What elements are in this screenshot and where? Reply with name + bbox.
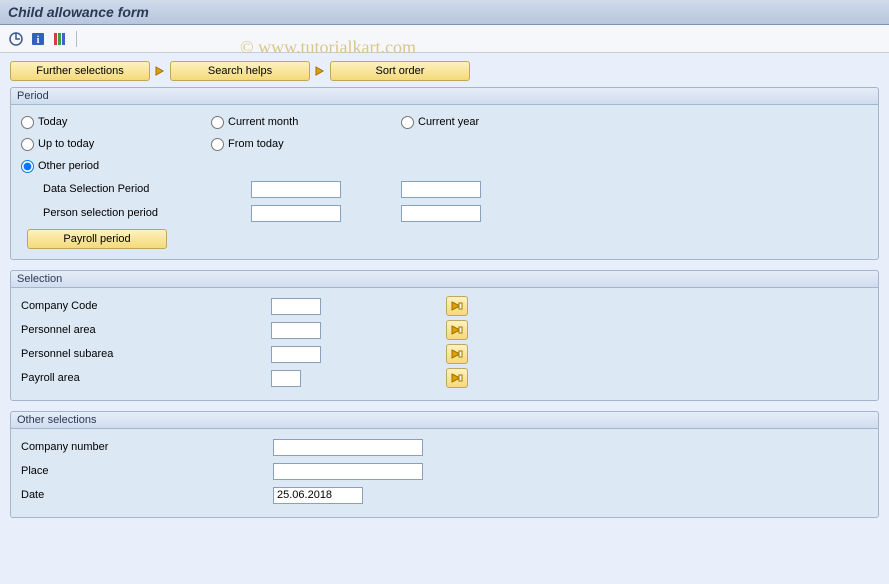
svg-text:i: i <box>37 35 40 46</box>
personnel-subarea-multiselect-button[interactable] <box>446 344 468 364</box>
to-label: To <box>341 207 401 219</box>
radio-up-to-today[interactable] <box>21 138 34 151</box>
radio-label[interactable]: Current month <box>228 116 298 128</box>
date-input[interactable] <box>273 487 363 504</box>
search-helps-button[interactable]: Search helps <box>170 61 310 81</box>
radio-label[interactable]: Other period <box>38 160 99 172</box>
app-toolbar: i <box>0 25 889 53</box>
to-label: To <box>341 183 401 195</box>
radio-label[interactable]: Current year <box>418 116 479 128</box>
radio-current-month[interactable] <box>211 116 224 129</box>
radio-label[interactable]: Today <box>38 116 67 128</box>
personnel-subarea-label: Personnel subarea <box>21 348 271 360</box>
content-area: Further selections Search helps Sort ord… <box>0 53 889 536</box>
info-icon[interactable]: i <box>30 31 46 47</box>
data-selection-to-input[interactable] <box>401 181 481 198</box>
company-code-input[interactable] <box>271 298 321 315</box>
period-group: Period Today Current month Current year <box>10 87 879 260</box>
personnel-area-label: Personnel area <box>21 324 271 336</box>
payroll-area-input[interactable] <box>271 370 301 387</box>
group-title: Selection <box>11 271 878 288</box>
arrow-icon <box>154 61 166 81</box>
radio-label[interactable]: From today <box>228 138 284 150</box>
toolbar-separator <box>76 31 77 47</box>
data-selection-period-label: Data Selection Period <box>21 183 251 195</box>
data-selection-from-input[interactable] <box>251 181 341 198</box>
group-title: Other selections <box>11 412 878 429</box>
radio-from-today[interactable] <box>211 138 224 151</box>
date-label: Date <box>21 489 273 501</box>
place-input[interactable] <box>273 463 423 480</box>
person-selection-from-input[interactable] <box>251 205 341 222</box>
place-label: Place <box>21 465 273 477</box>
personnel-subarea-input[interactable] <box>271 346 321 363</box>
arrow-icon <box>314 61 326 81</box>
payroll-area-multiselect-button[interactable] <box>446 368 468 388</box>
radio-label[interactable]: Up to today <box>38 138 94 150</box>
company-number-input[interactable] <box>273 439 423 456</box>
radio-other-period[interactable] <box>21 160 34 173</box>
payroll-area-label: Payroll area <box>21 372 271 384</box>
selection-group: Selection Company Code Personnel area Pe… <box>10 270 879 401</box>
personnel-area-input[interactable] <box>271 322 321 339</box>
payroll-period-button[interactable]: Payroll period <box>27 229 167 249</box>
sort-order-button[interactable]: Sort order <box>330 61 470 81</box>
further-selections-button[interactable]: Further selections <box>10 61 150 81</box>
execute-icon[interactable] <box>8 31 24 47</box>
group-title: Period <box>11 88 878 105</box>
person-selection-period-label: Person selection period <box>21 207 251 219</box>
personnel-area-multiselect-button[interactable] <box>446 320 468 340</box>
selection-button-row: Further selections Search helps Sort ord… <box>10 61 879 81</box>
color-legend-icon[interactable] <box>52 31 68 47</box>
page-title: Child allowance form <box>0 0 889 25</box>
other-selections-group: Other selections Company number Place Da… <box>10 411 879 518</box>
company-code-multiselect-button[interactable] <box>446 296 468 316</box>
company-code-label: Company Code <box>21 300 271 312</box>
person-selection-to-input[interactable] <box>401 205 481 222</box>
radio-today[interactable] <box>21 116 34 129</box>
radio-current-year[interactable] <box>401 116 414 129</box>
company-number-label: Company number <box>21 441 273 453</box>
